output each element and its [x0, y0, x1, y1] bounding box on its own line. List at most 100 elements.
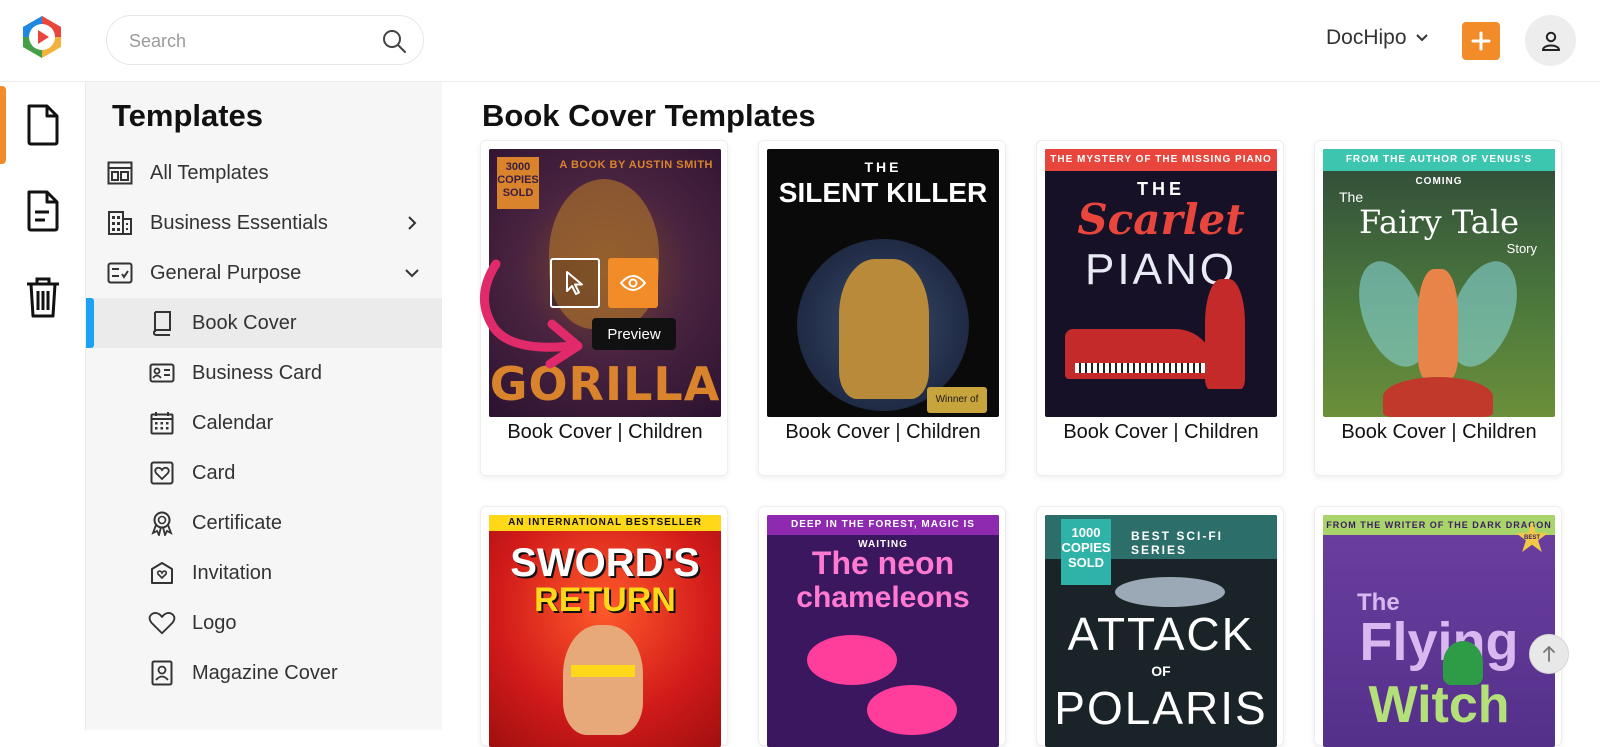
sidebar-item-label: Magazine Cover — [192, 661, 338, 684]
template-name: Book Cover | Children — [785, 421, 981, 443]
rail-templates[interactable] — [0, 82, 86, 168]
annotation-arrow-icon — [480, 259, 583, 369]
chevron-right-icon — [408, 216, 417, 230]
heart-icon — [148, 609, 176, 637]
rail-documents[interactable] — [0, 168, 86, 254]
search-icon[interactable] — [381, 28, 407, 54]
preview-button[interactable] — [608, 258, 658, 308]
top-header: DocHipo — [0, 0, 1600, 82]
copies-badge: 1000 COPIES SOLD — [1061, 519, 1111, 585]
cover-tagline: THE MYSTERY OF THE MISSING PIANO — [1045, 149, 1277, 171]
cover-of: OF — [1151, 663, 1171, 679]
user-avatar-button[interactable] — [1525, 15, 1576, 66]
sidebar-item-label: Logo — [192, 611, 237, 634]
template-card-swords-return[interactable]: AN INTERNATIONAL BESTSELLER SWORD'S RETU… — [480, 506, 728, 747]
award-icon — [148, 509, 176, 537]
cover-title-large: PIANO — [1085, 245, 1237, 294]
cover-tagline: BEST SCI-FI SERIES — [1131, 529, 1224, 557]
workspace-dropdown[interactable]: DocHipo — [1326, 26, 1429, 50]
chevron-down-icon — [405, 269, 419, 278]
sidebar-item-label: Business Card — [192, 361, 323, 384]
building-icon — [106, 209, 134, 237]
cover-title: ATTACK — [1067, 608, 1255, 660]
template-card-fairy-tale[interactable]: FROM THE AUTHOR OF VENUS'S COMING The Fa… — [1314, 140, 1562, 476]
sidebar-item-label: Book Cover — [192, 311, 297, 334]
sidebar-item-card[interactable]: Card — [86, 448, 442, 498]
copies-badge: 3000 COPIES SOLD — [497, 157, 539, 209]
layout-icon — [106, 159, 134, 187]
sidebar-item-label: Card — [192, 461, 236, 484]
sidebar-item-certificate[interactable]: Certificate — [86, 498, 442, 548]
sidebar-item-invitation[interactable]: Invitation — [86, 548, 442, 598]
cover-tagline: AN INTERNATIONAL BESTSELLER — [489, 515, 721, 531]
cover-subtitle: chameleons — [796, 581, 970, 614]
sidebar-item-logo[interactable]: Logo — [86, 598, 442, 648]
trash-icon — [27, 277, 59, 318]
magazine-icon — [148, 659, 176, 687]
preview-tooltip: Preview — [592, 318, 676, 350]
sidebar-item-label: Invitation — [192, 561, 273, 584]
chevron-down-icon — [1415, 34, 1428, 42]
cover-title: Fairy Tale — [1359, 203, 1519, 241]
page-title: Book Cover Templates — [482, 98, 816, 133]
template-thumbnail: DEEP IN THE FOREST, MAGIC IS WAITING The… — [767, 515, 999, 747]
icon-rail — [0, 82, 86, 730]
sidebar-item-book-cover[interactable]: Book Cover — [86, 298, 442, 348]
template-name: Book Cover | Children — [1341, 421, 1537, 443]
dochipo-logo[interactable] — [18, 13, 66, 61]
template-card-attack-of-polaris[interactable]: 1000 COPIES SOLD BEST SCI-FI SERIES ATTA… — [1036, 506, 1284, 747]
sidebar-item-general-purpose[interactable]: General Purpose — [86, 248, 442, 298]
sidebar-item-label: Certificate — [192, 511, 283, 534]
template-card-flying-witch[interactable]: FROM THE WRITER OF THE DARK DRAGON BEST … — [1314, 506, 1562, 747]
arrow-up-icon — [1543, 646, 1555, 662]
sidebar-title: Templates — [112, 98, 264, 133]
cover-title-script: Scarlet — [1077, 195, 1245, 244]
template-card-scarlet-piano[interactable]: THE MYSTERY OF THE MISSING PIANO THE Sca… — [1036, 140, 1284, 476]
sidebar-item-label: Business Essentials — [150, 211, 328, 234]
sidebar-item-all-templates[interactable]: All Templates — [86, 148, 442, 198]
template-thumbnail: THE MYSTERY OF THE MISSING PIANO THE Sca… — [1045, 149, 1277, 417]
cover-title: SWORD'S — [510, 541, 700, 585]
sidebar-item-label: All Templates — [150, 161, 269, 184]
scroll-to-top-button[interactable] — [1529, 634, 1569, 674]
rail-trash[interactable] — [0, 254, 86, 340]
template-card-neon-chameleons[interactable]: DEEP IN THE FOREST, MAGIC IS WAITING The… — [758, 506, 1006, 747]
search-box — [106, 15, 424, 65]
cover-subtitle: Witch — [1368, 676, 1510, 734]
workspace-name: DocHipo — [1326, 26, 1407, 49]
sidebar-item-label: General Purpose — [150, 261, 302, 284]
invitation-icon — [148, 559, 176, 587]
template-thumbnail: AN INTERNATIONAL BESTSELLER SWORD'S RETU… — [489, 515, 721, 747]
template-thumbnail: FROM THE AUTHOR OF VENUS'S COMING The Fa… — [1323, 149, 1555, 417]
calendar-icon — [148, 409, 176, 437]
search-input[interactable] — [129, 28, 369, 54]
sidebar-item-calendar[interactable]: Calendar — [86, 398, 442, 448]
eye-icon — [620, 275, 646, 291]
checklist-icon — [106, 259, 134, 287]
sidebar-item-business-card[interactable]: Business Card — [86, 348, 442, 398]
template-name: Book Cover | Children — [1063, 421, 1259, 443]
heart-card-icon — [148, 459, 176, 487]
create-new-button[interactable] — [1462, 22, 1500, 60]
templates-sidebar: Templates All Templates Business Essenti… — [86, 82, 442, 730]
cover-tagline: DEEP IN THE FOREST, MAGIC IS WAITING — [767, 515, 999, 550]
sidebar-item-magazine-cover[interactable]: Magazine Cover — [86, 648, 442, 698]
cover-title: Flying — [1359, 612, 1519, 672]
cover-subtitle: RETURN — [534, 581, 676, 619]
sidebar-item-business-essentials[interactable]: Business Essentials — [86, 198, 442, 248]
sidebar-item-label: Calendar — [192, 411, 274, 434]
user-icon — [1541, 31, 1560, 51]
cover-tagline: FROM THE AUTHOR OF VENUS'S COMING — [1323, 149, 1555, 187]
template-thumbnail: THE SILENT KILLER Winner of — [767, 149, 999, 417]
template-name: Book Cover | Children — [507, 421, 703, 443]
cover-subtitle: Story — [1506, 241, 1537, 256]
cover-tagline: FROM THE WRITER OF THE DARK DRAGON — [1323, 515, 1555, 535]
document-lines-icon — [27, 190, 59, 232]
cover-title: The neon — [811, 545, 955, 581]
plus-icon — [1471, 31, 1491, 51]
cover-tagline: THE — [864, 159, 902, 175]
cover-title: SILENT KILLER — [778, 177, 988, 208]
award-badge: Winner of — [927, 387, 987, 413]
book-icon — [148, 309, 176, 337]
template-card-silent-killer[interactable]: THE SILENT KILLER Winner of Book Cover |… — [758, 140, 1006, 476]
